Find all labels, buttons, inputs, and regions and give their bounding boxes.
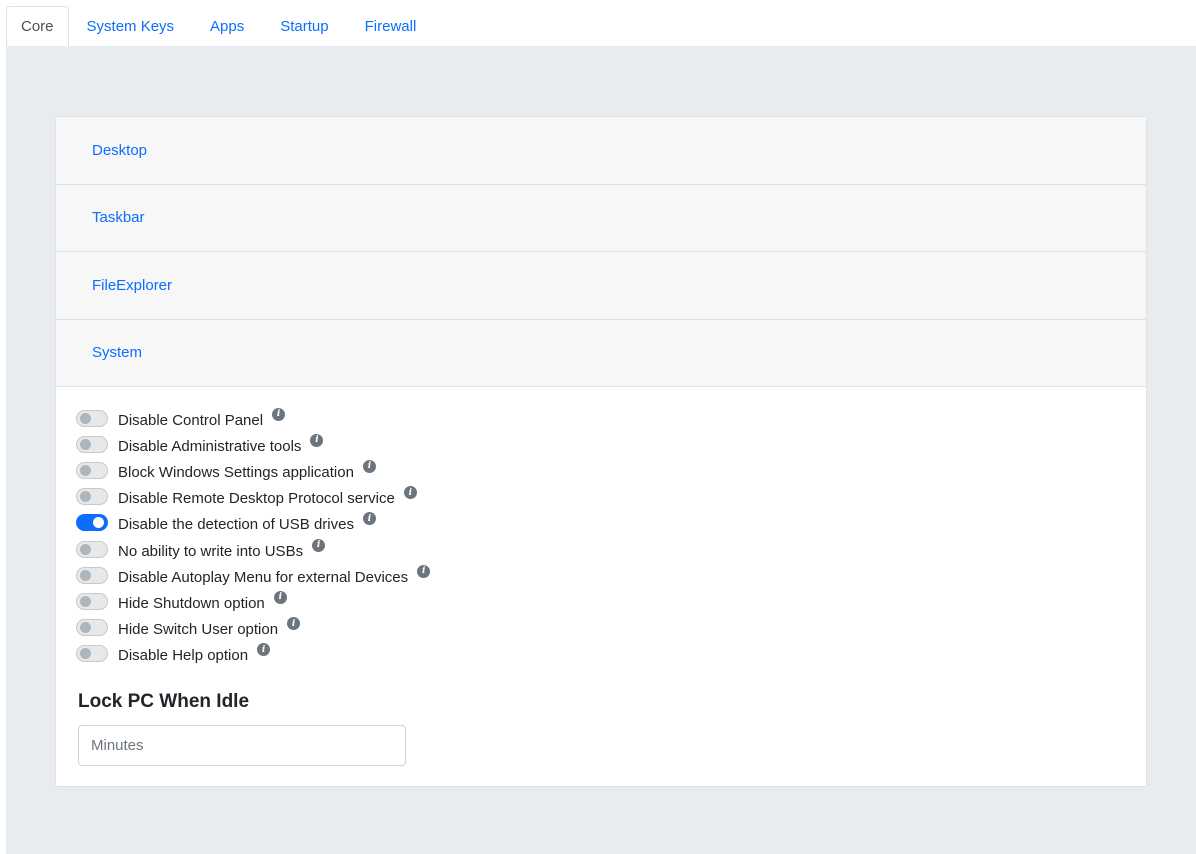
info-icon[interactable]: i bbox=[417, 564, 431, 578]
info-icon[interactable]: i bbox=[403, 486, 417, 500]
option-label: No ability to write into USBs bbox=[118, 542, 304, 560]
accordion-header-fileexplorer[interactable]: FileExplorer bbox=[56, 252, 1146, 320]
option-label: Hide Shutdown option bbox=[118, 594, 265, 612]
idle-minutes-input[interactable] bbox=[78, 724, 406, 766]
info-icon[interactable]: i bbox=[362, 459, 376, 473]
system-option: Disable Administrative tools i bbox=[76, 431, 1126, 457]
tab-startup[interactable]: Startup bbox=[262, 6, 346, 46]
toggle-switch[interactable] bbox=[76, 619, 108, 637]
toggle-switch[interactable] bbox=[76, 435, 108, 453]
tab-firewall[interactable]: Firewall bbox=[347, 6, 435, 46]
tab-content: Desktop Taskbar FileExplorer System Disa… bbox=[6, 46, 1196, 854]
system-options-list: Disable Control Panel i Disable Administra… bbox=[76, 405, 1126, 667]
toggle-switch[interactable] bbox=[76, 645, 108, 663]
tab-apps[interactable]: Apps bbox=[192, 6, 262, 46]
option-label: Disable the detection of USB drives bbox=[118, 516, 354, 534]
settings-accordion: Desktop Taskbar FileExplorer System Disa… bbox=[55, 116, 1147, 787]
tab-bar: Core System Keys Apps Startup Firewall bbox=[6, 6, 434, 46]
system-option: Disable Control Panel i bbox=[76, 405, 1126, 431]
info-icon[interactable]: i bbox=[272, 407, 286, 421]
system-option: Disable Remote Desktop Protocol service i bbox=[76, 484, 1126, 510]
toggle-switch[interactable] bbox=[76, 592, 108, 610]
accordion-header-system[interactable]: System bbox=[56, 319, 1146, 387]
accordion-header-desktop[interactable]: Desktop bbox=[56, 117, 1146, 185]
accordion-header-taskbar[interactable]: Taskbar bbox=[56, 184, 1146, 252]
info-icon[interactable]: i bbox=[273, 590, 287, 604]
toggle-switch[interactable] bbox=[76, 409, 108, 427]
toggle-knob bbox=[80, 569, 91, 581]
option-label: Disable Control Panel bbox=[118, 411, 264, 429]
info-icon[interactable]: i bbox=[312, 538, 326, 552]
toggle-knob bbox=[80, 412, 91, 424]
toggle-switch[interactable] bbox=[76, 514, 108, 532]
tab-system-keys[interactable]: System Keys bbox=[69, 6, 193, 46]
option-label: Block Windows Settings application bbox=[118, 463, 354, 481]
system-section-body: Disable Control Panel i Disable Administra… bbox=[56, 387, 1146, 786]
toggle-knob bbox=[80, 648, 91, 660]
system-option: No ability to write into USBs i bbox=[76, 536, 1126, 562]
system-option: Disable the detection of USB drives i bbox=[76, 510, 1126, 536]
system-option: Disable Autoplay Menu for external Devic… bbox=[76, 562, 1126, 588]
toggle-knob bbox=[80, 595, 91, 607]
toggle-switch[interactable] bbox=[76, 488, 108, 506]
info-icon[interactable]: i bbox=[362, 512, 376, 526]
info-icon[interactable]: i bbox=[287, 617, 301, 631]
option-label: Disable Help option bbox=[118, 647, 249, 665]
toggle-knob bbox=[80, 491, 91, 503]
toggle-switch[interactable] bbox=[76, 540, 108, 558]
toggle-switch[interactable] bbox=[76, 566, 108, 584]
toggle-switch[interactable] bbox=[76, 461, 108, 479]
toggle-knob bbox=[80, 464, 91, 476]
toggle-knob bbox=[80, 438, 91, 450]
lock-idle-title: Lock PC When Idle bbox=[78, 690, 250, 712]
system-option: Hide Switch User option i bbox=[76, 615, 1126, 641]
system-option: Hide Shutdown option i bbox=[76, 588, 1126, 614]
toggle-knob bbox=[80, 543, 91, 555]
option-label: Hide Switch User option bbox=[118, 621, 279, 639]
toggle-knob bbox=[93, 517, 104, 529]
option-label: Disable Remote Desktop Protocol service bbox=[118, 490, 395, 508]
info-icon[interactable]: i bbox=[257, 643, 271, 657]
info-icon[interactable]: i bbox=[310, 433, 324, 447]
tab-core[interactable]: Core bbox=[6, 6, 69, 46]
option-label: Disable Administrative tools bbox=[118, 437, 302, 455]
system-option: Disable Help option i bbox=[76, 641, 1126, 667]
option-label: Disable Autoplay Menu for external Devic… bbox=[118, 568, 409, 586]
toggle-knob bbox=[80, 622, 91, 634]
system-option: Block Windows Settings application i bbox=[76, 457, 1126, 483]
